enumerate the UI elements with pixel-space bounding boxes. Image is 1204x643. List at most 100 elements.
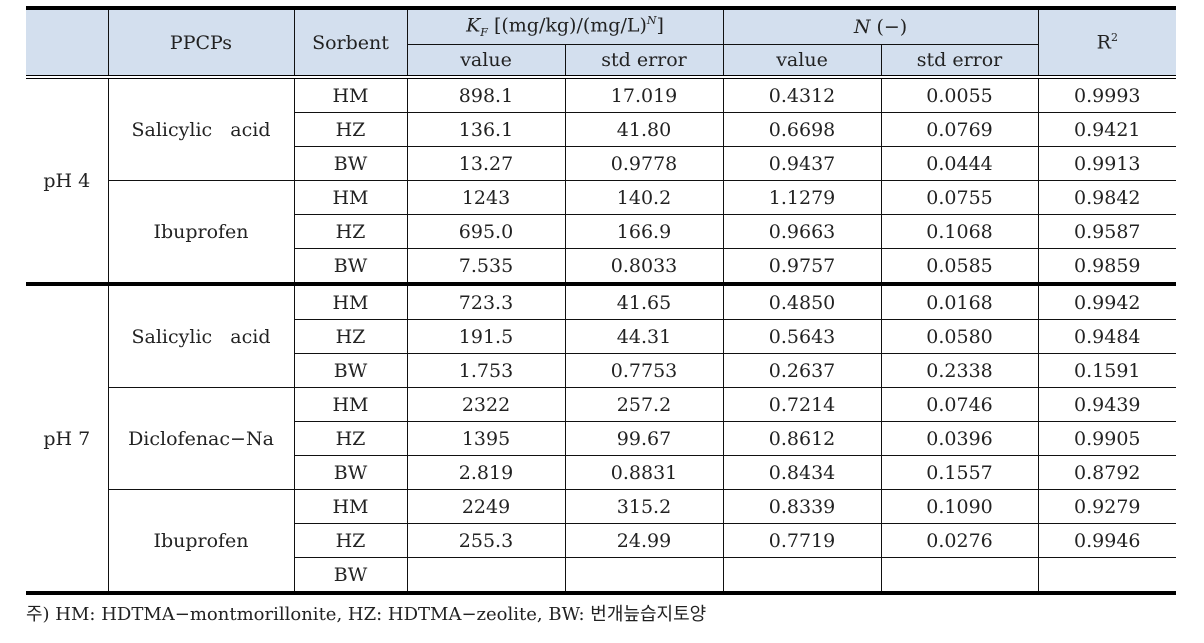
- kf-std-error-cell: 99.67: [564, 421, 724, 456]
- r2-cell: 0.9587: [1037, 214, 1177, 249]
- r2-cell: 0.1591: [1037, 353, 1177, 388]
- n-value-cell: 0.9757: [722, 248, 882, 285]
- kf-value-cell: 898.1: [406, 76, 566, 113]
- kf-std-error-cell: 24.99: [564, 523, 724, 558]
- kf-std-error-cell: 41.80: [564, 112, 724, 147]
- header-kf-value: value: [407, 44, 566, 79]
- n-value-cell: 0.9663: [722, 214, 882, 249]
- n-std-error-cell: 0.0055: [880, 76, 1039, 113]
- n-value-cell: 0.8612: [722, 421, 882, 456]
- n-std-error-cell: 0.0585: [880, 248, 1039, 285]
- kf-std-error-cell: 44.31: [564, 319, 724, 354]
- kf-std-error-cell: 41.65: [564, 282, 724, 320]
- table-row: pH 4 Salicylic acid HM 898.1 17.019 0.4312 0.0…: [26, 76, 1177, 285]
- n-value-cell: [722, 557, 882, 594]
- r2-cell: 0.9942: [1037, 282, 1177, 320]
- kf-std-error-cell: 140.2: [564, 180, 724, 215]
- header-n-value: value: [722, 44, 882, 79]
- sorption-parameters-table: PPCPs Sorbent KF [(mg/kg)/(mg/L)N] N (−)…: [26, 6, 1177, 595]
- sorbent-cell: HM: [293, 282, 408, 320]
- sorbent-cell: BW: [294, 248, 408, 285]
- sorbent-cell: HM: [293, 180, 408, 215]
- kf-units: [(mg/kg)/(mg/L): [487, 14, 647, 37]
- n-std-error-cell: 0.0276: [880, 523, 1039, 558]
- header-kf: KF [(mg/kg)/(mg/L)N]: [406, 7, 724, 45]
- table-row: Ibuprofen HM 1243 140.2 1.1279 0.0755 0.9842: [26, 180, 1177, 285]
- ppcp-cell: Salicylic acid: [107, 282, 295, 388]
- kf-std-error-cell: 315.2: [564, 489, 724, 524]
- kf-std-error-cell: [564, 557, 724, 594]
- table-body: pH 4 Salicylic acid HM 898.1 17.019 0.4312 0.0…: [26, 76, 1177, 594]
- n-std-error-cell: 0.1557: [880, 455, 1039, 490]
- ppcp-cell: Ibuprofen: [108, 489, 295, 594]
- sorbent-cell: HM: [293, 76, 408, 113]
- r2-cell: 0.9842: [1037, 180, 1177, 215]
- header-n-std-error: std error: [880, 44, 1039, 79]
- kf-std-error-cell: 166.9: [564, 214, 724, 249]
- n-std-error-cell: 0.0769: [880, 112, 1039, 147]
- sorbent-cell: BW: [294, 146, 408, 181]
- kf-value-cell: 2322: [406, 387, 566, 422]
- n-value-cell: 0.7214: [722, 387, 882, 422]
- n-std-error-cell: 0.0396: [880, 421, 1039, 456]
- n-std-error-cell: 0.0746: [880, 387, 1039, 422]
- header-ph: [26, 7, 109, 79]
- header-kf-std-error: std error: [564, 44, 724, 79]
- n-std-error-cell: 0.2338: [880, 353, 1039, 388]
- sorbent-cell: HZ: [294, 319, 408, 354]
- header-r2: R2: [1037, 7, 1177, 79]
- n-std-error-cell: 0.0755: [880, 180, 1039, 215]
- r2-cell: 0.9946: [1037, 523, 1177, 558]
- kf-std-error-cell: 0.9778: [564, 146, 724, 181]
- kf-value-cell: 1395: [406, 421, 566, 456]
- kf-value-cell: 723.3: [406, 282, 566, 320]
- kf-units-close: ]: [656, 14, 664, 37]
- n-value-cell: 0.2637: [722, 353, 882, 388]
- header-ppcps: PPCPs: [107, 7, 295, 79]
- kf-std-error-cell: 0.7753: [564, 353, 724, 388]
- n-value-cell: 0.8339: [722, 489, 882, 524]
- n-std-error-cell: [880, 557, 1039, 594]
- n-value-cell: 0.7719: [722, 523, 882, 558]
- r2-cell: 0.9859: [1037, 248, 1177, 285]
- n-std-error-cell: 0.1068: [880, 214, 1039, 249]
- ppcp-cell: Salicylic acid: [107, 76, 295, 181]
- sorbent-cell: HZ: [294, 214, 408, 249]
- table-row: Ibuprofen HM 2249 315.2 0.8339 0.1090 0.9279: [26, 489, 1177, 594]
- sorbent-cell: BW: [294, 353, 408, 388]
- header-sorbent: Sorbent: [293, 7, 408, 79]
- table-row: pH 7 Salicylic acid HM 723.3 41.65 0.4850 0.01…: [26, 282, 1177, 594]
- kf-value-cell: [406, 557, 566, 594]
- kf-value-cell: 1.753: [406, 353, 566, 388]
- kf-std-error-cell: 257.2: [564, 387, 724, 422]
- n-value-cell: 0.5643: [722, 319, 882, 354]
- kf-symbol: K: [466, 14, 481, 37]
- r2-cell: 0.9421: [1037, 112, 1177, 147]
- n-value-cell: 0.6698: [722, 112, 882, 147]
- n-std-error-cell: 0.0168: [880, 282, 1039, 320]
- n-symbol: N: [853, 16, 871, 38]
- r2-exponent: 2: [1110, 31, 1118, 45]
- sorbent-cell: HM: [293, 387, 408, 422]
- r2-symbol: R: [1096, 31, 1111, 54]
- ph-cell: pH 4: [26, 76, 109, 285]
- kf-value-cell: 1243: [406, 180, 566, 215]
- r2-cell: 0.9905: [1037, 421, 1177, 456]
- r2-cell: [1037, 557, 1177, 594]
- r2-cell: 0.9484: [1037, 319, 1177, 354]
- kf-value-cell: 255.3: [406, 523, 566, 558]
- kf-value-cell: 2249: [406, 489, 566, 524]
- kf-std-error-cell: 17.019: [564, 76, 724, 113]
- table-row: Diclofenac−Na HM 2322 257.2 0.7214 0.0746 0.94…: [26, 387, 1177, 490]
- ph-cell: pH 7: [26, 282, 109, 594]
- n-std-error-cell: 0.0444: [880, 146, 1039, 181]
- n-value-cell: 0.4312: [722, 76, 882, 113]
- header-n: N (−): [722, 7, 1039, 45]
- n-value-cell: 0.9437: [722, 146, 882, 181]
- kf-value-cell: 191.5: [406, 319, 566, 354]
- n-units: (−): [870, 16, 908, 38]
- footnote: 주) HM: HDTMA−montmorillonite, HZ: HDTMA−…: [26, 604, 707, 625]
- r2-cell: 0.9913: [1037, 146, 1177, 181]
- ppcp-cell: Diclofenac−Na: [108, 387, 295, 490]
- n-value-cell: 0.4850: [722, 282, 882, 320]
